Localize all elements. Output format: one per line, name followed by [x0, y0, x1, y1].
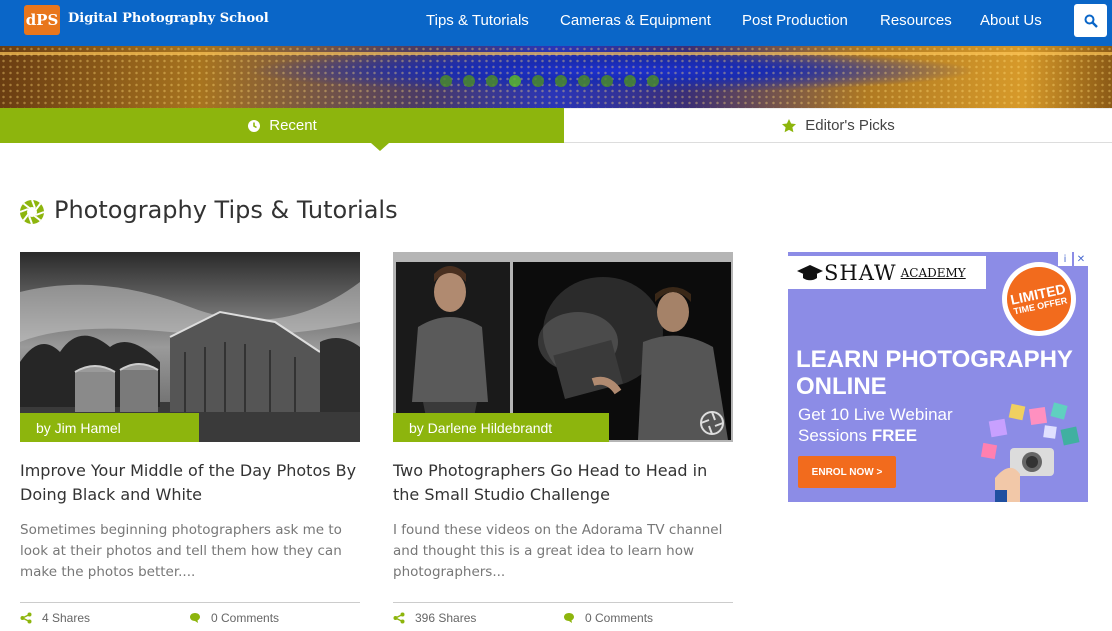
ad-enrol-button[interactable]: ENROL NOW > — [798, 456, 896, 488]
article-1-byline[interactable]: by Jim Hamel — [20, 413, 199, 442]
tab-editors-picks-label: Editor's Picks — [805, 117, 895, 134]
ad-subline-1: Get 10 Live Webinar — [798, 405, 953, 424]
clock-icon — [247, 119, 261, 133]
tab-recent[interactable]: Recent — [0, 108, 564, 151]
site-name[interactable]: Digital Photography School — [68, 11, 269, 26]
ad-close-icon[interactable]: ✕ — [1074, 252, 1088, 266]
slider-dot[interactable] — [463, 75, 475, 87]
ad-brand-sub: ACADEMY — [900, 265, 966, 280]
search-button[interactable] — [1074, 4, 1107, 37]
ad-brand-header: SHAW ACADEMY — [788, 256, 986, 289]
article-1-comments[interactable]: 0 Comments — [189, 611, 279, 625]
article-2-excerpt: I found these videos on the Adorama TV c… — [393, 522, 723, 580]
section-title: Photography Tips & Tutorials — [54, 196, 398, 224]
nav-tips-tutorials[interactable]: Tips & Tutorials — [426, 12, 529, 29]
tab-recent-label: Recent — [269, 117, 317, 134]
nav-resources[interactable]: Resources — [880, 12, 952, 29]
logo-mark: dPS — [25, 11, 59, 29]
article-1-comments-label: 0 Comments — [211, 611, 280, 625]
article-1-shares[interactable]: 4 Shares — [20, 611, 90, 625]
article-2-divider — [393, 602, 733, 603]
slider-dot[interactable] — [647, 75, 659, 87]
article-1-divider — [20, 602, 360, 603]
slider-dot[interactable] — [601, 75, 613, 87]
article-2-byline[interactable]: by Darlene Hildebrandt — [393, 413, 609, 442]
comment-icon — [190, 613, 200, 623]
article-1-image[interactable]: by Jim Hamel — [20, 252, 360, 442]
watermark-aperture-icon — [700, 411, 724, 435]
ad-headline: LEARN PHOTOGRAPHY ONLINE — [796, 346, 1073, 400]
ad-brand-name: SHAW — [824, 260, 897, 285]
slider-dot[interactable] — [555, 75, 567, 87]
slider-dot[interactable] — [624, 75, 636, 87]
slider-dot[interactable] — [440, 75, 452, 87]
article-1-title[interactable]: Improve Your Middle of the Day Photos By… — [20, 459, 360, 507]
article-2-shares-label: 396 Shares — [415, 611, 477, 625]
search-icon — [1084, 14, 1098, 28]
article-2-image[interactable]: by Darlene Hildebrandt — [393, 252, 733, 442]
nav-post-production[interactable]: Post Production — [742, 12, 848, 29]
share-icon — [393, 612, 405, 624]
share-icon — [20, 612, 32, 624]
tab-editors-picks[interactable]: Editor's Picks — [564, 108, 1112, 143]
site-logo[interactable]: dPS — [24, 5, 60, 35]
slider-dot[interactable] — [486, 75, 498, 87]
slider-dot[interactable] — [509, 75, 521, 87]
graduation-cap-icon — [797, 264, 823, 280]
nav-about-us[interactable]: About Us — [980, 12, 1042, 29]
article-2-title[interactable]: Two Photographers Go Head to Head in the… — [393, 459, 733, 507]
article-2-comments-label: 0 Comments — [585, 611, 654, 625]
ad-subline-2-text: Sessions — [798, 426, 872, 445]
ad-info-icon[interactable]: i — [1058, 252, 1072, 266]
nav-cameras-equipment[interactable]: Cameras & Equipment — [560, 12, 711, 29]
article-1-shares-label: 4 Shares — [42, 611, 91, 625]
article-2-comments[interactable]: 0 Comments — [563, 611, 653, 625]
hero-light-line — [0, 52, 1112, 55]
article-2-shares[interactable]: 396 Shares — [393, 611, 476, 625]
ad-subline-bold: FREE — [871, 426, 918, 445]
article-1-excerpt: Sometimes beginning photographers ask me… — [20, 522, 342, 580]
slider-dot[interactable] — [578, 75, 590, 87]
ad-subline-2: Sessions FREE — [798, 425, 998, 446]
ad-subline: Get 10 Live Webinar Sessions FREE — [798, 404, 998, 446]
top-navigation-bar: dPS Digital Photography School Tips & Tu… — [0, 0, 1112, 46]
advertisement-banner[interactable]: SHAW ACADEMY i ✕ LIMITED TIME OFFER LEAR… — [788, 252, 1088, 502]
star-icon — [781, 118, 797, 134]
slider-dot[interactable] — [532, 75, 544, 87]
ad-limited-offer-badge: LIMITED TIME OFFER — [1001, 261, 1077, 337]
slider-dots — [440, 75, 659, 87]
aperture-icon — [19, 199, 45, 225]
comment-icon — [564, 613, 574, 623]
ad-camera-illustration — [980, 402, 1080, 502]
